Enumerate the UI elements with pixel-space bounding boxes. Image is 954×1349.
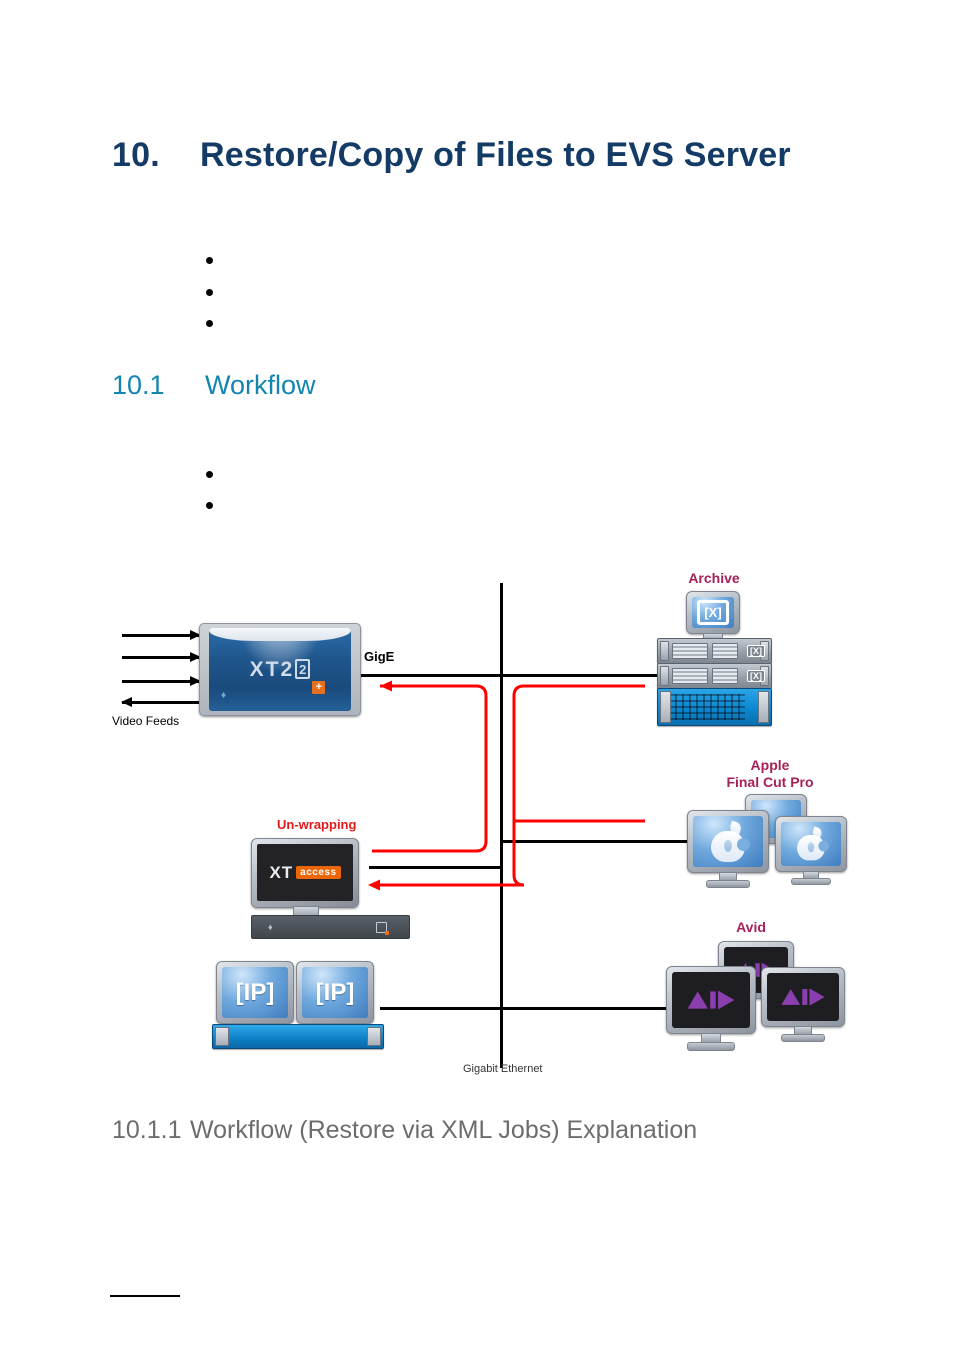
avid-label: Avid — [736, 919, 766, 935]
subsection-title: Workflow (Restore via XML Jobs) Explanat… — [190, 1116, 698, 1144]
apple-label: Apple Final Cut Pro — [700, 757, 840, 791]
document-page: 10. Restore/Copy of Files to EVS Server 1… — [0, 0, 954, 1349]
rack-slot — [712, 668, 738, 684]
apple-monitor-right — [775, 816, 847, 885]
archive-tape-unit-1: [X] — [657, 638, 772, 664]
monitor-screen — [672, 972, 750, 1028]
ip-monitor-right: [IP] — [296, 961, 374, 1024]
xt-access-workstation: XT access — [251, 838, 359, 908]
network-branch-xtaccess — [369, 866, 501, 869]
tape-unit-2-glyph: [X] — [747, 670, 765, 682]
tape-unit-1-glyph: [X] — [747, 645, 765, 657]
ip-monitor-left-glyph: [IP] — [235, 978, 275, 1006]
archive-monitor-glyph: [X] — [704, 605, 722, 620]
xt2-network-port-icon: ♦ — [221, 690, 227, 701]
archive-disk-array — [657, 688, 772, 726]
subsection-number: 10.1.1 — [112, 1116, 182, 1144]
subsection-heading: 10.1.1 Workflow (Restore via XML Jobs) Ex… — [112, 1116, 697, 1145]
xt2-brand: XT2 2 + — [209, 658, 351, 694]
array-ear-left — [660, 691, 671, 723]
monitor-screen — [693, 816, 763, 867]
monitor-screen: XT access — [257, 844, 353, 901]
network-port-icon: ♦ — [268, 922, 273, 932]
video-feed-in-2 — [122, 652, 201, 662]
rack-ear-left — [660, 641, 669, 661]
rack-slot — [672, 643, 708, 659]
network-branch-apple — [500, 840, 697, 843]
avid-logo-icon — [767, 973, 839, 1021]
apple-logo-icon — [693, 816, 763, 867]
monitor-base — [687, 1042, 735, 1051]
rack-slot — [672, 668, 708, 684]
network-trunk-vertical — [500, 583, 503, 1068]
apple-label-line1: Apple — [750, 757, 790, 773]
archive-label: Archive — [688, 570, 740, 586]
ip-glyph-icon: [IP] — [302, 967, 368, 1018]
video-feeds-label: Video Feeds — [112, 714, 180, 728]
monitor-screen: [IP] — [222, 967, 288, 1018]
monitor-screen — [767, 973, 839, 1021]
xt-access-brand: XT — [269, 862, 294, 882]
avid-logo-icon — [672, 972, 750, 1028]
monitor-base — [791, 878, 831, 885]
rack-ear-left — [215, 1027, 229, 1046]
apple-logo-icon — [781, 822, 841, 866]
xt2-gloss — [209, 628, 351, 641]
unwrapping-label: Un-wrapping — [277, 817, 357, 832]
xt-access-server-base: ♦ — [251, 915, 410, 939]
disk-array-drive-grid — [668, 694, 745, 720]
xt-access-badge: access — [296, 866, 341, 879]
monitor-screen: [IP] — [302, 967, 368, 1018]
archive-monitor: [X] — [686, 591, 740, 641]
rack-slot — [712, 643, 738, 659]
gige-label: GigE — [364, 649, 395, 664]
archive-monitor-screen: [X] — [692, 597, 734, 628]
monitor-base — [781, 1034, 825, 1042]
ip-monitor-right-glyph: [IP] — [315, 978, 355, 1006]
xt2-plus-badge: + — [312, 681, 326, 694]
rack-ear-right — [367, 1027, 381, 1046]
xt2-exponent: 2 — [295, 659, 311, 679]
ip-server-rack — [212, 1024, 384, 1049]
arrowhead-to-xt2 — [380, 680, 392, 692]
footer-separator — [110, 1295, 180, 1297]
xt2-brand-text: XT2 — [249, 658, 295, 681]
ip-glyph-icon: [IP] — [222, 967, 288, 1018]
ip-monitor-left: [IP] — [216, 961, 294, 1024]
archive-tape-unit-2: [X] — [657, 663, 772, 689]
monitor-base — [706, 880, 750, 888]
storage-port-icon — [376, 922, 389, 935]
rack-ear-left — [660, 666, 669, 686]
network-label: Gigabit Ethernet — [463, 1063, 543, 1075]
array-ear-right — [758, 691, 769, 723]
avid-monitor-right — [761, 967, 845, 1042]
monitor-screen — [781, 822, 841, 866]
apple-monitor-left — [687, 810, 769, 888]
avid-monitor-left — [666, 966, 756, 1051]
xt2-front-panel: XT2 2 + ♦ — [209, 628, 351, 711]
arrowhead-to-xtaccess — [368, 879, 380, 891]
workflow-diagram: Gigabit Ethernet Video Feeds XT2 2 + ♦ G… — [0, 0, 954, 1349]
apple-label-line2: Final Cut Pro — [726, 774, 814, 790]
archive-x-icon: [X] — [692, 597, 734, 628]
video-feed-out-1 — [121, 697, 200, 707]
network-branch-ip-avid — [380, 1007, 672, 1010]
video-feed-in-1 — [122, 630, 201, 640]
xt2-server: XT2 2 + ♦ — [199, 623, 361, 716]
network-branch-archive — [359, 674, 659, 677]
video-feed-in-3 — [122, 676, 201, 686]
